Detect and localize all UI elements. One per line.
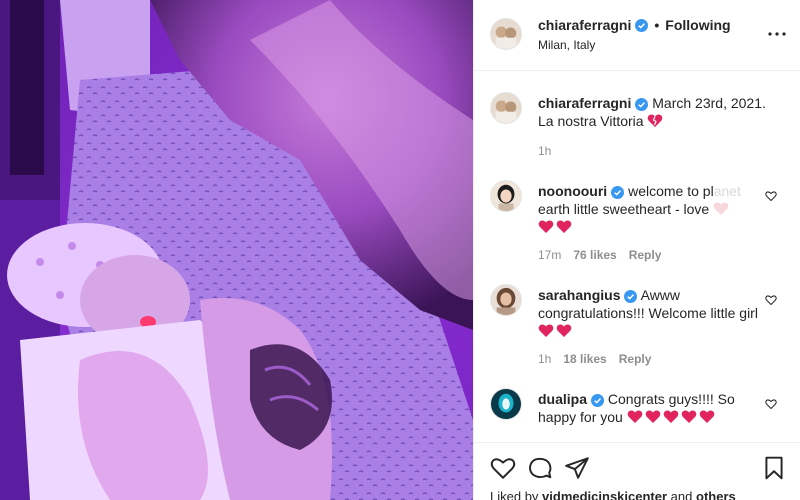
- comment-time[interactable]: 1h: [538, 352, 551, 366]
- liked-by-others[interactable]: others: [696, 489, 736, 500]
- photo-image: [0, 0, 473, 500]
- comment-avatar[interactable]: [490, 180, 522, 212]
- comment-icon[interactable]: [527, 455, 553, 481]
- comment-username[interactable]: noonoouri: [538, 183, 607, 199]
- heart-emoji: [663, 410, 679, 424]
- caption-username[interactable]: chiaraferragni: [538, 95, 631, 111]
- caption: chiaraferragni March 23rd, 2021. La nost…: [490, 92, 785, 162]
- reply-button[interactable]: Reply: [619, 352, 652, 366]
- post-side-panel: chiaraferragni • Following Milan, Italy …: [473, 0, 800, 500]
- post-photo[interactable]: [0, 0, 473, 500]
- verified-badge-icon: [611, 185, 625, 199]
- like-comment-heart-icon[interactable]: [765, 398, 777, 410]
- heart-emoji: [538, 220, 554, 234]
- comment-likes[interactable]: 18 likes: [563, 352, 606, 366]
- liked-by-and: and: [670, 489, 693, 500]
- like-comment-heart-icon[interactable]: [765, 294, 777, 306]
- heart-emoji: [699, 410, 715, 424]
- comment-meta: 1h 18 likes Reply: [538, 352, 651, 366]
- heart-emoji: [713, 202, 729, 216]
- heart-emoji: [538, 324, 554, 338]
- bookmark-icon[interactable]: [761, 455, 787, 481]
- caption-meta: 1h: [538, 144, 551, 158]
- post-modal: chiaraferragni • Following Milan, Italy …: [0, 0, 800, 500]
- comment-body: noonoouri welcome to planet earth little…: [538, 182, 760, 236]
- share-icon[interactable]: [564, 455, 590, 481]
- liked-by-user[interactable]: vidmedicinskicenter: [542, 489, 667, 500]
- comment-item: noonoouri welcome to planet earth little…: [490, 180, 785, 270]
- caption-body: chiaraferragni March 23rd, 2021. La nost…: [538, 94, 778, 130]
- verified-badge-icon: [635, 97, 649, 111]
- author-line: chiaraferragni • Following: [538, 17, 731, 33]
- heart-emoji: [645, 410, 661, 424]
- following-button[interactable]: Following: [665, 17, 730, 33]
- comment-text-faded: anet: [713, 183, 741, 199]
- post-location[interactable]: Milan, Italy: [538, 38, 595, 52]
- heart-emoji: [556, 220, 572, 234]
- comment-meta: 17m 76 likes Reply: [538, 248, 661, 262]
- reply-button[interactable]: Reply: [629, 248, 662, 262]
- broken-heart-emoji: [647, 114, 663, 128]
- comment-body: dualipa Congrats guys!!!! So happy for y…: [538, 390, 760, 426]
- post-actions: Liked by vidmedicinskicenter and others: [474, 442, 800, 500]
- comment-likes[interactable]: 76 likes: [573, 248, 616, 262]
- caption-time[interactable]: 1h: [538, 144, 551, 158]
- comment-username[interactable]: dualipa: [538, 391, 587, 407]
- like-comment-heart-icon[interactable]: [765, 190, 777, 202]
- liked-by-prefix: Liked by: [490, 489, 539, 500]
- comment-body: sarahangius Awww congratulations!!! Welc…: [538, 286, 760, 340]
- heart-emoji: [681, 410, 697, 424]
- author-avatar[interactable]: [490, 18, 522, 50]
- comment-item: dualipa Congrats guys!!!! So happy for y…: [490, 388, 785, 442]
- heart-emoji: [556, 324, 572, 338]
- comment-username[interactable]: sarahangius: [538, 287, 620, 303]
- comment-time[interactable]: 17m: [538, 248, 561, 262]
- comment-avatar[interactable]: [490, 388, 522, 420]
- verified-badge-icon: [591, 393, 605, 407]
- heart-emoji: [627, 410, 643, 424]
- comment-text: welcome to pl: [628, 183, 714, 199]
- post-header: chiaraferragni • Following Milan, Italy: [474, 0, 800, 71]
- comment-avatar[interactable]: [490, 284, 522, 316]
- caption-avatar[interactable]: [490, 92, 522, 124]
- avatar-image: [491, 19, 521, 49]
- comments-list[interactable]: chiaraferragni March 23rd, 2021. La nost…: [474, 72, 800, 442]
- comment-text-line2: earth little sweetheart - love: [538, 201, 710, 217]
- separator-dot: •: [654, 17, 660, 33]
- author-username[interactable]: chiaraferragni: [538, 17, 631, 33]
- heart-icon[interactable]: [490, 455, 516, 481]
- verified-badge-icon: [624, 289, 638, 303]
- liked-by-line: Liked by vidmedicinskicenter and others: [490, 489, 736, 500]
- verified-badge-icon: [635, 18, 649, 32]
- more-options-icon[interactable]: [767, 24, 787, 44]
- comment-item: sarahangius Awww congratulations!!! Welc…: [490, 284, 785, 374]
